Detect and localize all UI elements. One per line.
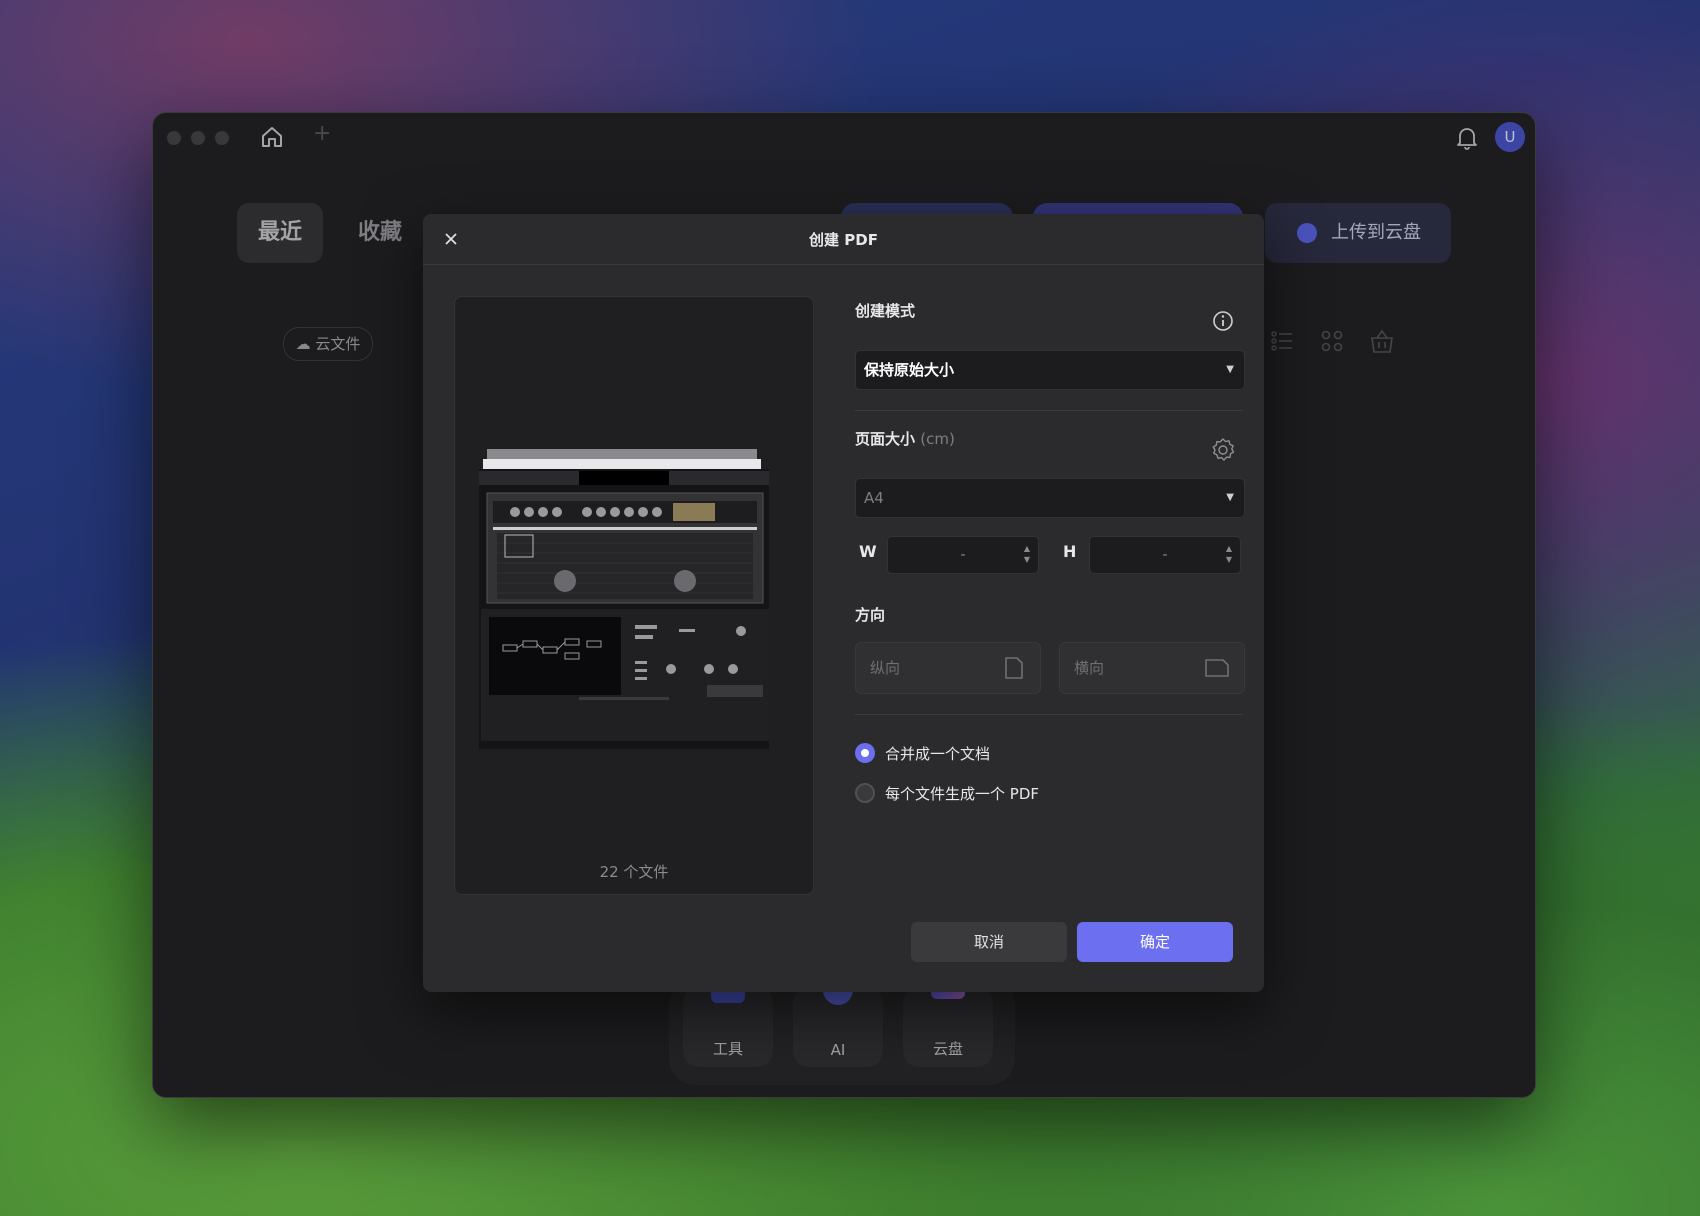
divider xyxy=(855,714,1243,715)
height-value: - xyxy=(1162,547,1168,563)
height-label: H xyxy=(1063,542,1077,561)
info-icon[interactable] xyxy=(1212,310,1234,332)
chevron-down-icon: ▼ xyxy=(1226,364,1234,375)
create-pdf-dialog: 创建 PDF 22 个文件 创建模式 保持原始大小 ▼ 页面大小 (cm) A4… xyxy=(423,214,1264,992)
chevron-down-icon: ▼ xyxy=(1226,492,1234,503)
merge-option-label: 合并成一个文档 xyxy=(885,745,991,763)
width-label: W xyxy=(859,542,877,561)
ok-button[interactable]: 确定 xyxy=(1077,922,1233,962)
landscape-option[interactable]: 横向 xyxy=(1059,642,1245,694)
landscape-label: 横向 xyxy=(1074,659,1105,677)
merge-radio[interactable] xyxy=(855,743,875,763)
dialog-title: 创建 PDF xyxy=(809,231,878,249)
dialog-header: 创建 PDF xyxy=(423,214,1264,265)
landscape-page-icon xyxy=(1205,659,1229,677)
create-mode-select[interactable]: 保持原始大小 ▼ xyxy=(855,350,1245,390)
page-size-label-text: 页面大小 xyxy=(855,430,916,448)
file-preview-panel: 22 个文件 xyxy=(454,296,814,895)
page-size-label: 页面大小 (cm) xyxy=(855,428,955,449)
create-mode-value: 保持原始大小 xyxy=(864,361,955,379)
create-mode-label: 创建模式 xyxy=(855,302,916,320)
height-stepper[interactable]: - ▲ ▼ xyxy=(1089,536,1241,574)
page-size-select[interactable]: A4 ▼ xyxy=(855,478,1245,518)
file-count: 22 个文件 xyxy=(599,863,669,881)
width-value: - xyxy=(960,547,966,563)
page-size-unit: (cm) xyxy=(920,430,955,448)
divider xyxy=(855,410,1243,411)
orientation-label: 方向 xyxy=(855,606,886,624)
width-stepper[interactable]: - ▲ ▼ xyxy=(887,536,1039,574)
cancel-button[interactable]: 取消 xyxy=(911,922,1067,962)
portrait-page-icon xyxy=(1005,657,1023,679)
gear-icon[interactable] xyxy=(1210,437,1236,463)
stepper-arrows-icon[interactable]: ▲ ▼ xyxy=(1024,543,1030,565)
separate-radio[interactable] xyxy=(855,783,875,803)
portrait-label: 纵向 xyxy=(870,659,901,677)
portrait-option[interactable]: 纵向 xyxy=(855,642,1041,694)
separate-option-label: 每个文件生成一个 PDF xyxy=(885,785,1039,803)
page-size-value: A4 xyxy=(864,489,884,507)
stepper-arrows-icon[interactable]: ▲ ▼ xyxy=(1226,543,1232,565)
preview-thumbnail xyxy=(479,449,769,749)
